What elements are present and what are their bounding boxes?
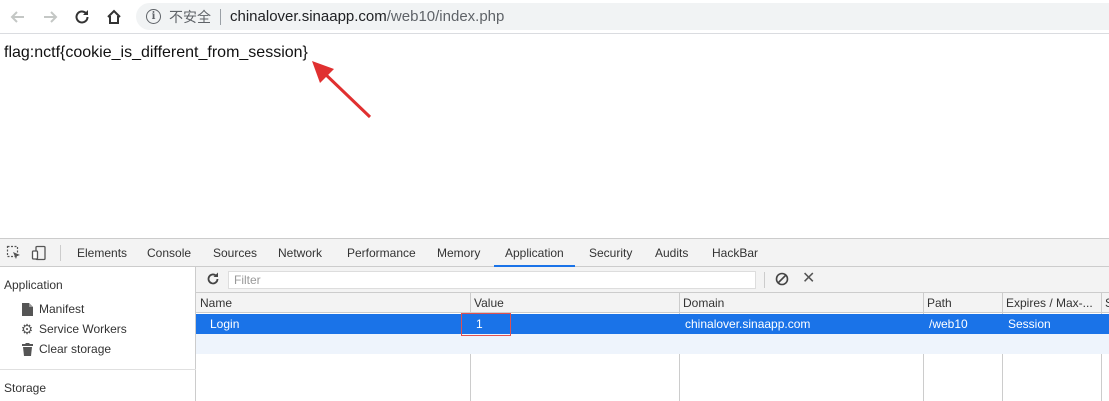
gear-icon: ⚙ — [20, 320, 34, 337]
column-header-domain[interactable]: Domain — [679, 293, 923, 312]
sidebar-item-label: Manifest — [39, 302, 85, 316]
cookie-path: /web10 — [929, 317, 968, 331]
annotation-highlight-box — [461, 313, 511, 336]
home-icon — [107, 9, 121, 24]
sidebar-heading-application: Application — [4, 278, 63, 292]
sidebar-item-clear-storage[interactable]: Clear storage — [20, 340, 111, 358]
sidebar-divider — [0, 369, 196, 370]
tab-security[interactable]: Security — [589, 239, 632, 267]
devtools-tabbar: Elements Console Sources Network Perform… — [0, 239, 1109, 267]
filter-input[interactable]: Filter — [228, 271, 756, 289]
file-icon — [20, 302, 34, 316]
tab-sources[interactable]: Sources — [213, 239, 257, 267]
annotation-arrow — [312, 61, 372, 119]
address-bar[interactable]: i 不安全 chinalover.sinaapp.com/web10/index… — [136, 3, 1109, 30]
tab-elements[interactable]: Elements — [77, 239, 127, 267]
cookie-domain: chinalover.sinaapp.com — [685, 317, 811, 331]
column-header-size[interactable]: S — [1101, 293, 1109, 312]
column-header-name[interactable]: Name — [196, 293, 470, 312]
column-header-value[interactable]: Value — [470, 293, 679, 312]
refresh-icon[interactable] — [206, 272, 220, 286]
back-button[interactable] — [7, 6, 29, 28]
url-path: /web10/index.php — [386, 8, 505, 25]
reload-icon — [75, 10, 89, 24]
tabbar-divider — [60, 245, 61, 261]
tab-console[interactable]: Console — [147, 239, 191, 267]
security-status: 不安全 — [169, 9, 211, 26]
forward-button[interactable] — [39, 6, 61, 28]
cookies-panel: Filter ✕ Name Value Domain Path Expires … — [196, 267, 1109, 401]
toolbar-divider — [764, 272, 765, 288]
forward-arrow-icon — [44, 11, 58, 23]
tab-hackbar[interactable]: HackBar — [712, 239, 758, 267]
browser-toolbar: i 不安全 chinalover.sinaapp.com/web10/index… — [0, 0, 1109, 34]
sidebar-item-service-workers[interactable]: ⚙ Service Workers — [20, 320, 127, 338]
reload-button[interactable] — [71, 6, 93, 28]
cookies-table-header: Name Value Domain Path Expires / Max-...… — [196, 293, 1109, 313]
trash-icon — [20, 342, 34, 356]
delete-selected-icon[interactable]: ✕ — [802, 271, 818, 287]
tab-memory[interactable]: Memory — [437, 239, 480, 267]
tab-audits[interactable]: Audits — [655, 239, 688, 267]
cookie-name: Login — [210, 317, 240, 331]
column-header-expires[interactable]: Expires / Max-... — [1002, 293, 1101, 312]
column-header-path[interactable]: Path — [923, 293, 1002, 312]
tab-performance[interactable]: Performance — [347, 239, 416, 267]
cookie-expires: Session — [1008, 317, 1051, 331]
device-toolbar-icon[interactable] — [31, 245, 47, 261]
sidebar-item-manifest[interactable]: Manifest — [20, 300, 84, 318]
info-icon[interactable]: i — [146, 9, 161, 24]
inspect-element-icon[interactable] — [6, 245, 22, 261]
back-arrow-icon — [10, 11, 24, 23]
clear-all-icon[interactable] — [775, 272, 789, 286]
tab-application[interactable]: Application — [494, 239, 575, 267]
cookies-toolbar: Filter ✕ — [196, 267, 1109, 293]
application-sidebar: Application Manifest ⚙ Service Workers C… — [0, 267, 196, 401]
sidebar-heading-storage: Storage — [4, 381, 47, 395]
url-host: chinalover.sinaapp.com — [230, 8, 387, 25]
empty-table-row — [196, 334, 1109, 354]
flag-text: flag:nctf{cookie_is_different_from_sessi… — [4, 44, 308, 61]
sidebar-item-label: Service Workers — [39, 322, 127, 336]
tab-network[interactable]: Network — [278, 239, 322, 267]
devtools-panel: Elements Console Sources Network Perform… — [0, 238, 1109, 401]
sidebar-item-label: Clear storage — [39, 342, 112, 356]
home-button[interactable] — [103, 6, 125, 28]
address-separator — [220, 8, 221, 25]
table-row[interactable]: Login 1 chinalover.sinaapp.com /web10 Se… — [196, 314, 1109, 334]
